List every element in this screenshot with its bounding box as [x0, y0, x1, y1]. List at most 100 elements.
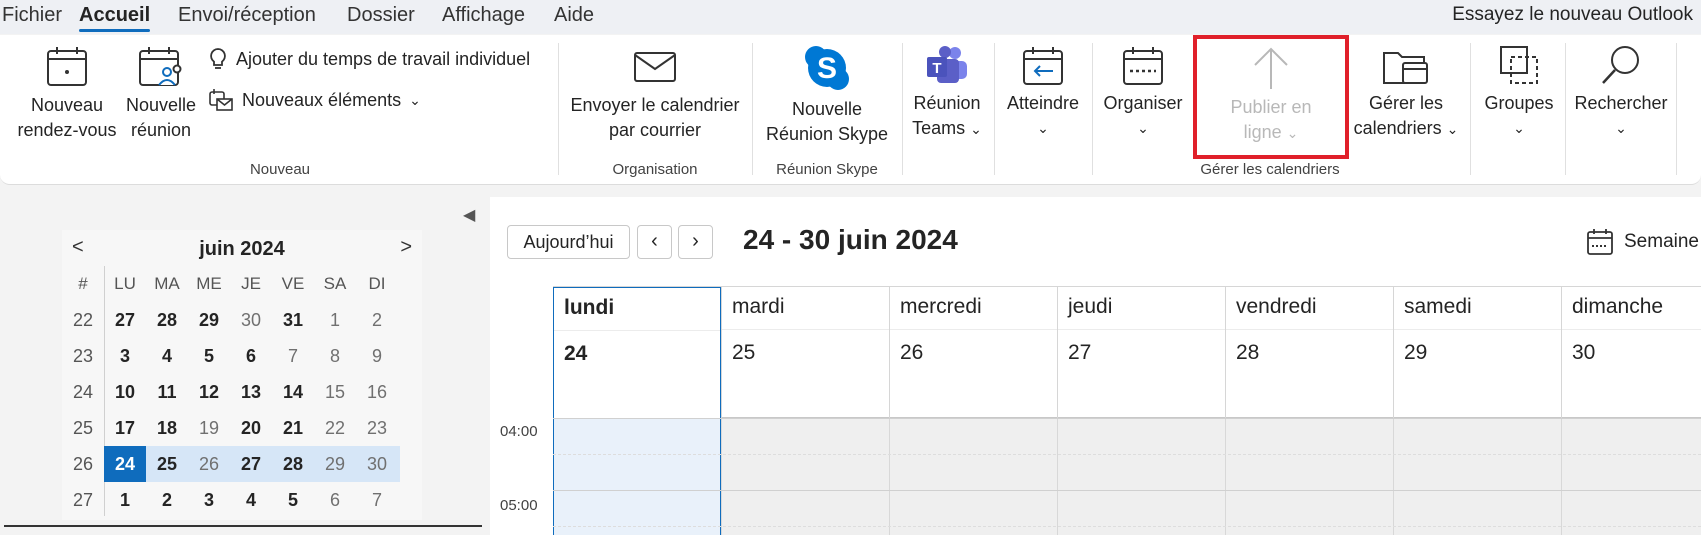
- mini-calendar-day[interactable]: 9: [356, 338, 398, 374]
- collapse-pane-icon[interactable]: ◀: [463, 205, 475, 225]
- chevron-left-icon: ‹: [651, 230, 658, 252]
- mini-calendar-day[interactable]: 4: [230, 482, 272, 518]
- menu-bar: Fichier Accueil Envoi/réception Dossier …: [0, 0, 1701, 34]
- mini-calendar-day[interactable]: 2: [356, 302, 398, 338]
- mini-calendar-day[interactable]: 28: [146, 302, 188, 338]
- mini-calendar-day[interactable]: 6: [230, 338, 272, 374]
- day-column-header[interactable]: jeudi 27: [1057, 287, 1225, 419]
- day-time-slots[interactable]: [1225, 418, 1393, 535]
- mini-calendar-week-row: 26 24 25 26 27 28 29 30: [62, 446, 422, 482]
- teams-meeting-button[interactable]: T Réunion Teams ⌄: [908, 45, 986, 142]
- mini-calendar-day[interactable]: 4: [146, 338, 188, 374]
- menu-aide[interactable]: Aide: [554, 4, 594, 27]
- day-header-divider: [554, 330, 720, 331]
- day-number: 25: [732, 341, 756, 364]
- week-number: 26: [72, 454, 94, 474]
- mini-calendar-day[interactable]: 30: [230, 302, 272, 338]
- mini-calendar-day[interactable]: 31: [272, 302, 314, 338]
- day-time-slots[interactable]: [1561, 418, 1701, 535]
- mini-calendar-day[interactable]: 29: [314, 446, 356, 482]
- mini-calendar-day[interactable]: 6: [314, 482, 356, 518]
- weekday-header: DI: [368, 274, 386, 293]
- new-skype-meeting-button[interactable]: S Nouvelle Réunion Skype: [762, 43, 892, 147]
- day-column-header[interactable]: vendredi 28: [1225, 287, 1393, 419]
- view-selector[interactable]: Semaine: [1586, 228, 1699, 256]
- highlight-box: [1193, 35, 1349, 159]
- mini-calendar-day[interactable]: 27: [230, 446, 272, 482]
- mini-calendar-day[interactable]: 13: [230, 374, 272, 410]
- mini-calendar-day[interactable]: 7: [272, 338, 314, 374]
- day-time-slots[interactable]: [1057, 418, 1225, 535]
- mini-calendar-day[interactable]: 15: [314, 374, 356, 410]
- mini-calendar-day[interactable]: 14: [272, 374, 314, 410]
- mini-calendar-day[interactable]: 16: [356, 374, 398, 410]
- mini-calendar-day[interactable]: 30: [356, 446, 398, 482]
- day-column-header[interactable]: lundi 24: [553, 287, 721, 419]
- mini-calendar-today[interactable]: 24: [104, 446, 146, 482]
- menu-fichier[interactable]: Fichier: [2, 4, 62, 27]
- mini-calendar-day[interactable]: 8: [314, 338, 356, 374]
- today-button[interactable]: Aujourd’hui: [507, 225, 630, 259]
- arrange-calendar-icon: [1123, 47, 1163, 85]
- mini-calendar-day[interactable]: 22: [314, 410, 356, 446]
- groups-button[interactable]: Groupes ⌄: [1476, 43, 1562, 141]
- calendar-icon: [47, 47, 87, 86]
- try-new-outlook-link[interactable]: Essayez le nouveau Outlook: [1452, 4, 1693, 26]
- previous-week-button[interactable]: ‹: [637, 225, 672, 259]
- mini-calendar-day[interactable]: 23: [356, 410, 398, 446]
- mini-calendar-day[interactable]: 18: [146, 410, 188, 446]
- manage-calendars-button[interactable]: Gérer les calendriers ⌄: [1352, 45, 1460, 142]
- mini-calendar-day[interactable]: 29: [188, 302, 230, 338]
- new-meeting-button[interactable]: Nouvelle réunion: [122, 45, 200, 143]
- mini-calendar-day[interactable]: 10: [104, 374, 146, 410]
- mini-calendar-day[interactable]: 2: [146, 482, 188, 518]
- mini-calendar-day[interactable]: 17: [104, 410, 146, 446]
- menu-dossier[interactable]: Dossier: [347, 4, 415, 27]
- send-calendar-button[interactable]: Envoyer le calendrier par courrier: [570, 49, 740, 143]
- mini-calendar-day[interactable]: 1: [104, 482, 146, 518]
- day-column-header[interactable]: samedi 29: [1393, 287, 1561, 419]
- mini-calendar-day[interactable]: 7: [356, 482, 398, 518]
- menu-envoi-reception[interactable]: Envoi/réception: [178, 4, 316, 27]
- arrange-button[interactable]: Organiser ⌄: [1098, 45, 1188, 141]
- mini-calendar-day[interactable]: 19: [188, 410, 230, 446]
- new-appointment-label-2: rendez-vous: [17, 120, 117, 140]
- day-column-header[interactable]: mercredi 26: [889, 287, 1057, 419]
- goto-button[interactable]: Atteindre ⌄: [1000, 45, 1086, 141]
- new-appointment-button[interactable]: Nouveau rendez-vous: [14, 45, 120, 143]
- group-label-nouveau: Nouveau: [249, 161, 311, 178]
- half-hour-line: [553, 526, 1701, 527]
- day-column-header[interactable]: mardi 25: [721, 287, 889, 419]
- mini-calendar-day[interactable]: 27: [104, 302, 146, 338]
- mini-calendar-day[interactable]: 11: [146, 374, 188, 410]
- day-time-slots[interactable]: [721, 418, 889, 535]
- mini-calendar-day[interactable]: 28: [272, 446, 314, 482]
- mini-calendar-day[interactable]: 26: [188, 446, 230, 482]
- menu-affichage[interactable]: Affichage: [442, 4, 525, 27]
- mini-calendar-day[interactable]: 25: [146, 446, 188, 482]
- search-button[interactable]: Rechercher ⌄: [1572, 43, 1670, 141]
- mini-calendar-day[interactable]: 3: [188, 482, 230, 518]
- chevron-right-icon[interactable]: >: [400, 236, 412, 259]
- day-time-slots[interactable]: [889, 418, 1057, 535]
- next-week-button[interactable]: ›: [678, 225, 713, 259]
- mini-calendar-day[interactable]: 20: [230, 410, 272, 446]
- mini-calendar-day[interactable]: 3: [104, 338, 146, 374]
- manage-calendars-label-1: Gérer les: [1368, 93, 1444, 113]
- mini-calendar-day[interactable]: 5: [188, 338, 230, 374]
- day-column-header[interactable]: dimanche 30: [1561, 287, 1701, 419]
- mini-calendar-day[interactable]: 1: [314, 302, 356, 338]
- day-time-slots[interactable]: [553, 418, 721, 535]
- day-name: vendredi: [1236, 295, 1317, 318]
- day-time-slots[interactable]: [1393, 418, 1561, 535]
- menu-accueil[interactable]: Accueil: [79, 4, 151, 32]
- week-number: 23: [72, 346, 94, 366]
- add-work-time-button[interactable]: Ajouter du temps de travail individuel: [208, 47, 530, 71]
- mini-calendar-day[interactable]: 5: [272, 482, 314, 518]
- pane-divider: [4, 525, 482, 527]
- mini-calendar-day[interactable]: 21: [272, 410, 314, 446]
- mini-calendar-day[interactable]: 12: [188, 374, 230, 410]
- new-items-button[interactable]: Nouveaux éléments ⌄: [208, 87, 421, 113]
- search-icon: [1602, 46, 1639, 84]
- chevron-down-icon: ⌄: [1137, 120, 1149, 136]
